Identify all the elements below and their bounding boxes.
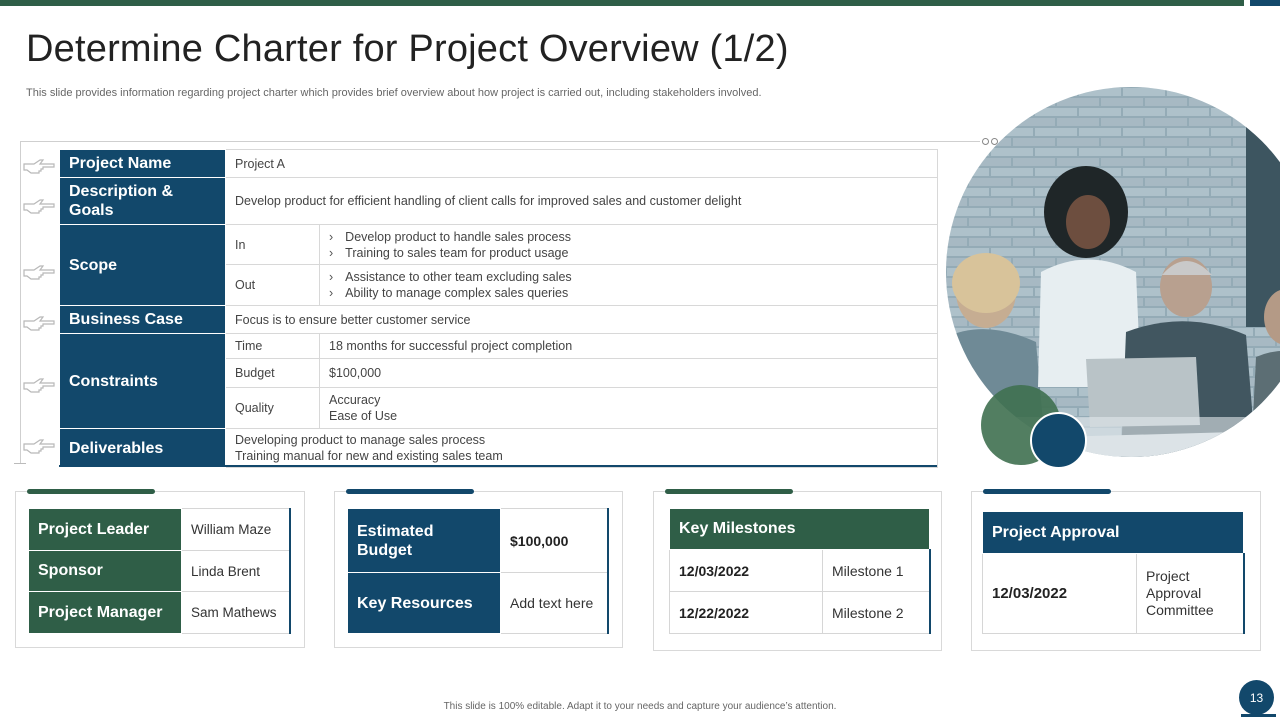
sponsor-label: Sponsor	[28, 550, 182, 592]
people-table: Project Leader William Maze Sponsor Lind…	[28, 508, 291, 634]
table-row: Deliverables Developing product to manag…	[59, 428, 938, 468]
table-row: 12/03/2022 Milestone 1	[669, 549, 931, 592]
table-row: Key Resources Add text here	[347, 572, 609, 634]
rail-vertical-line	[20, 141, 21, 464]
list-item: › Assistance to other team excluding sale…	[329, 270, 572, 284]
table-row: 12/03/2022 Project Approval Committee	[982, 553, 1245, 634]
people-card: Project Leader William Maze Sponsor Lind…	[15, 489, 305, 648]
table-row: Project Name Project A	[59, 149, 938, 178]
card-tab-accent	[27, 489, 155, 494]
time-value: 18 months for successful project complet…	[319, 333, 938, 359]
approval-card: Project Approval 12/03/2022 Project Appr…	[971, 489, 1261, 651]
project-manager-label: Project Manager	[28, 591, 182, 634]
approval-date: 12/03/2022	[982, 553, 1137, 634]
project-name-value: Project A	[225, 149, 938, 178]
pointing-hand-icon	[23, 199, 55, 214]
top-accent-bar-end	[1250, 0, 1280, 6]
project-leader-value: William Maze	[181, 508, 291, 551]
milestones-card: Key Milestones 12/03/2022 Milestone 1 12…	[653, 489, 942, 651]
milestone-name: Milestone 2	[821, 591, 931, 634]
table-row: Estimated Budget $100,000	[347, 508, 609, 573]
scope-out-label: Out	[225, 264, 320, 306]
business-case-value: Focus is to ensure better customer servi…	[225, 305, 938, 334]
slide-footer: This slide is 100% editable. Adapt it to…	[443, 701, 837, 712]
card-tab-accent	[665, 489, 793, 494]
scope-in-list: › Develop product to handle sales process…	[319, 224, 938, 265]
quality-label: Quality	[225, 387, 320, 429]
key-resources-value: Add text here	[500, 572, 609, 634]
pointing-hand-icon	[23, 378, 55, 393]
pointing-hand-icon	[23, 159, 55, 174]
scope-in-label: In	[225, 224, 320, 265]
pointing-hand-icon	[23, 265, 55, 280]
time-label: Time	[225, 333, 320, 359]
milestone-date: 12/03/2022	[669, 549, 823, 592]
rail-horizontal-line	[20, 141, 980, 142]
page-number-underline	[1241, 714, 1276, 717]
scope-label: Scope	[59, 224, 226, 306]
table-row: Scope In › Develop product to handle sale…	[59, 224, 938, 306]
project-leader-label: Project Leader	[28, 508, 182, 551]
deliverables-values: Developing product to manage sales proce…	[225, 428, 938, 468]
list-item: › Ability to manage complex sales queries	[329, 286, 569, 300]
key-milestones-header: Key Milestones	[668, 508, 931, 550]
table-row: Constraints Time 18 months for successfu…	[59, 333, 938, 429]
project-charter-table: Project Name Project A Description & Goa…	[59, 149, 938, 468]
rail-dot	[982, 138, 989, 145]
budget-table: Estimated Budget $100,000 Key Resources …	[347, 508, 609, 634]
budget-label: Budget	[225, 358, 320, 388]
slide-title: Determine Charter for Project Overview (…	[26, 28, 789, 70]
pointing-hand-icon	[23, 439, 55, 454]
sponsor-value: Linda Brent	[181, 550, 291, 592]
milestone-name: Milestone 1	[821, 549, 931, 592]
quality-values: Accuracy Ease of Use	[319, 387, 938, 429]
slide-subtitle: This slide provides information regardin…	[26, 87, 762, 99]
top-accent-bar	[0, 0, 1244, 6]
project-approval-header: Project Approval	[982, 511, 1244, 554]
scope-out-list: › Assistance to other team excluding sale…	[319, 264, 938, 306]
table-row: Project Manager Sam Mathews	[28, 591, 291, 634]
deliverables-label: Deliverables	[59, 428, 226, 468]
charter-bottom-border	[59, 465, 937, 467]
card-tab-accent	[346, 489, 474, 494]
pointing-hand-icon	[23, 316, 55, 331]
description-value: Develop product for efficient handling o…	[225, 177, 938, 225]
approval-table: Project Approval 12/03/2022 Project Appr…	[982, 511, 1245, 634]
table-row: Description & Goals Develop product for …	[59, 177, 938, 225]
business-case-label: Business Case	[59, 305, 226, 334]
table-row: 12/22/2022 Milestone 2	[669, 591, 931, 634]
list-item: › Develop product to handle sales process	[329, 229, 572, 244]
table-row: Project Leader William Maze	[28, 508, 291, 551]
constraints-label: Constraints	[59, 333, 226, 429]
table-row: Sponsor Linda Brent	[28, 550, 291, 592]
estimated-budget-label: Estimated Budget	[347, 508, 501, 573]
rail-foot	[14, 463, 26, 464]
project-name-label: Project Name	[59, 149, 226, 178]
milestone-date: 12/22/2022	[669, 591, 823, 634]
list-item: › Training to sales team for product usag…	[329, 245, 569, 260]
milestones-table: Key Milestones 12/03/2022 Milestone 1 12…	[668, 508, 931, 634]
page-number: 13	[1239, 680, 1274, 715]
key-resources-label: Key Resources	[347, 572, 501, 634]
table-row: Business Case Focus is to ensure better …	[59, 305, 938, 334]
description-label: Description & Goals	[59, 177, 226, 225]
budget-card: Estimated Budget $100,000 Key Resources …	[334, 489, 623, 648]
decorative-blue-circle	[1030, 412, 1087, 469]
project-manager-value: Sam Mathews	[181, 591, 291, 634]
card-tab-accent	[983, 489, 1111, 494]
estimated-budget-value: $100,000	[500, 508, 609, 573]
table-row: Project Approval	[982, 511, 1244, 554]
budget-value: $100,000	[319, 358, 938, 388]
table-row: Key Milestones	[668, 508, 931, 550]
approval-by: Project Approval Committee	[1136, 553, 1245, 634]
